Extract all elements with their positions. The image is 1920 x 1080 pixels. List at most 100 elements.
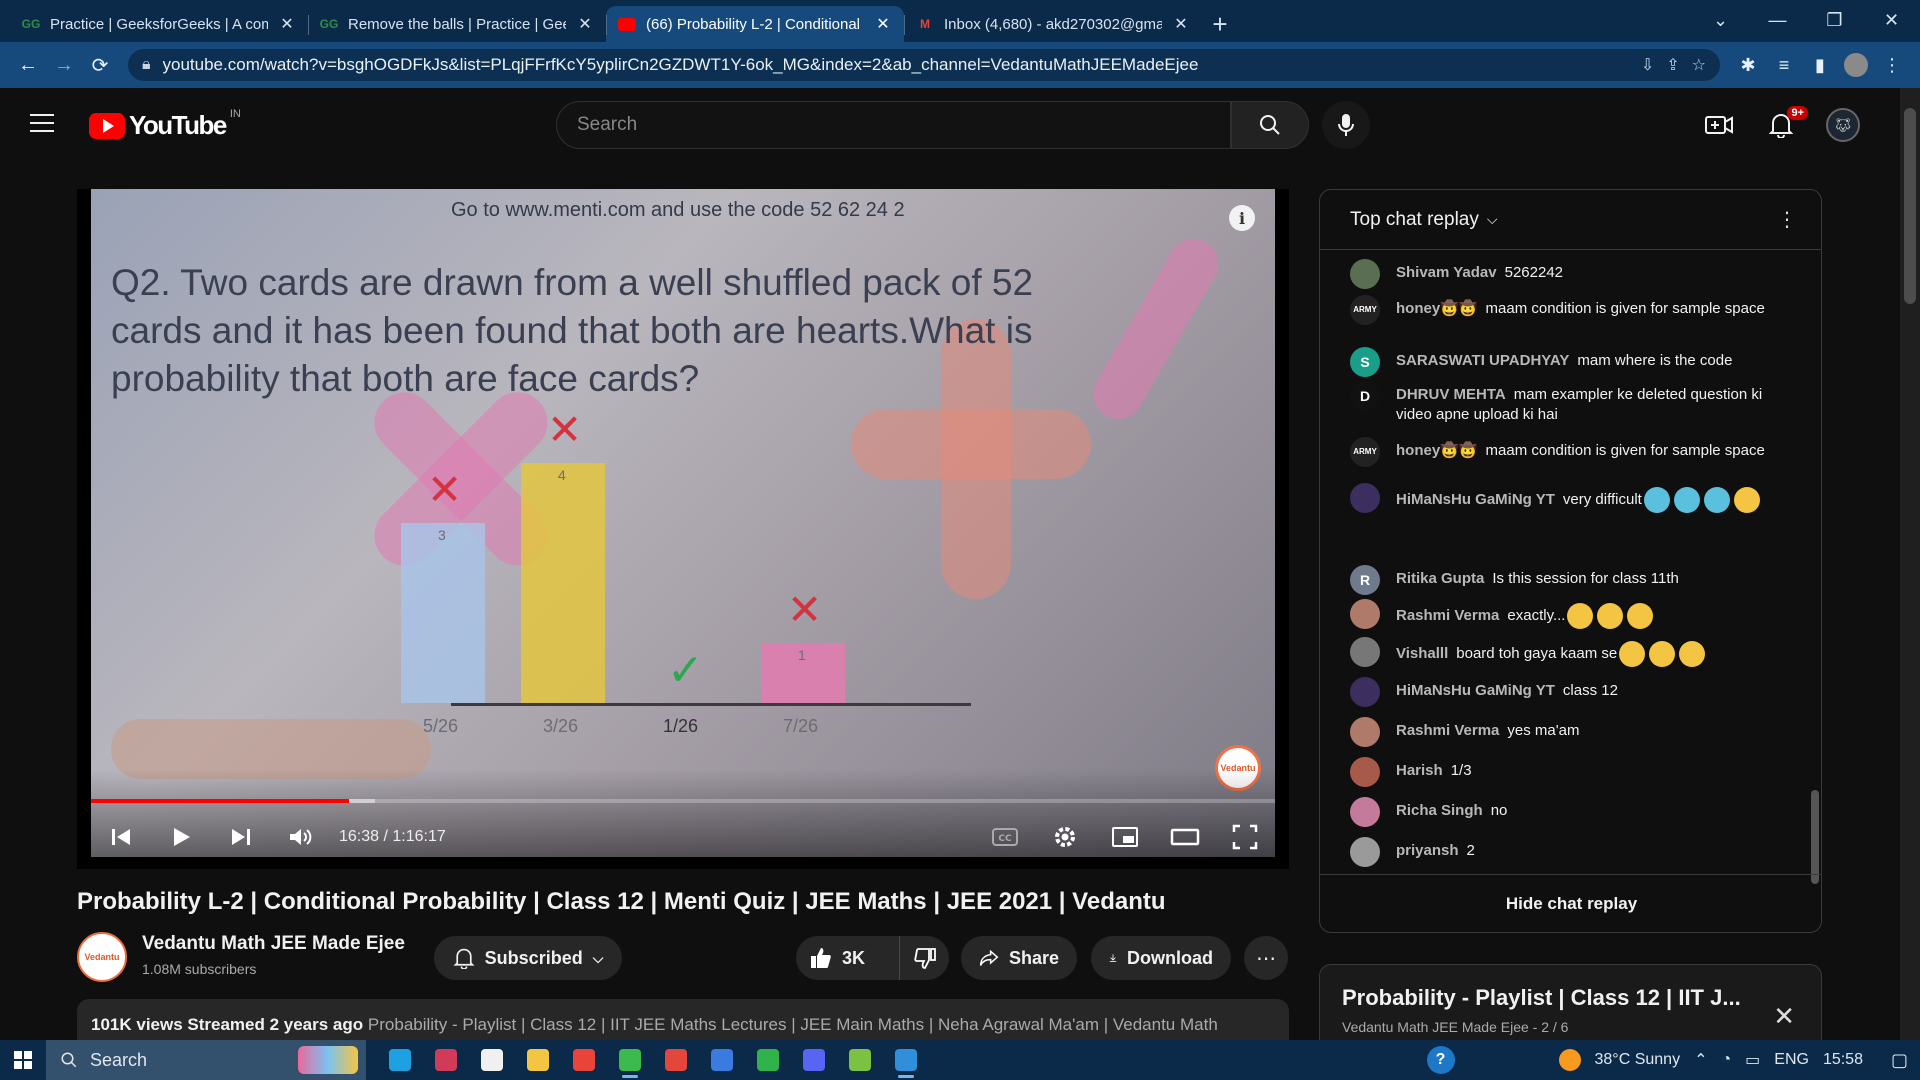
- reload-button[interactable]: ⟳: [82, 47, 118, 83]
- discord-taskbar-button[interactable]: [794, 1040, 834, 1080]
- menu-icon[interactable]: [30, 114, 54, 132]
- store-taskbar-button[interactable]: [472, 1040, 512, 1080]
- chat-author-avatar[interactable]: ARMY: [1350, 437, 1380, 467]
- video-frame[interactable]: Go to www.menti.com and use the code 52 …: [91, 189, 1275, 857]
- edge-taskbar-button[interactable]: [380, 1040, 420, 1080]
- chat-menu-icon[interactable]: ⋮: [1777, 207, 1797, 232]
- like-button[interactable]: 3K: [796, 936, 900, 980]
- browser-menu-icon[interactable]: ⋮: [1874, 47, 1910, 83]
- play-button[interactable]: [151, 813, 211, 861]
- wifi-icon[interactable]: ◔: [1721, 1051, 1731, 1069]
- chat-author-name[interactable]: Rashmi Verma: [1396, 722, 1499, 739]
- chat-message[interactable]: Shivam Yadav 5262242: [1350, 259, 1790, 289]
- chat-author-avatar[interactable]: [1350, 757, 1380, 787]
- close-tab-icon[interactable]: ✕: [278, 14, 296, 34]
- chat-message[interactable]: S SARASWATI UPADHYAY mam where is the code: [1350, 347, 1790, 377]
- chrome-profile-taskbar-button[interactable]: [656, 1040, 696, 1080]
- start-button[interactable]: [0, 1040, 46, 1080]
- chat-message[interactable]: priyansh 2: [1350, 837, 1790, 867]
- chat-message[interactable]: Vishalll board toh gaya kaam se: [1350, 637, 1790, 667]
- channel-name[interactable]: Vedantu Math JEE Made Ejee: [142, 933, 405, 955]
- help-icon[interactable]: ?: [1426, 1046, 1455, 1074]
- chat-message[interactable]: R Ritika Gupta Is this session for class 1…: [1350, 565, 1790, 595]
- minimize-button[interactable]: —: [1749, 0, 1806, 40]
- playlist-title[interactable]: Probability - Playlist | Class 12 | IIT …: [1342, 985, 1762, 1011]
- volume-button[interactable]: [271, 813, 331, 861]
- chat-message[interactable]: HiMaNsHu GaMiNg YT very difficult: [1350, 483, 1790, 513]
- close-playlist-icon[interactable]: ✕: [1773, 1001, 1795, 1032]
- chat-mode-label[interactable]: Top chat replay: [1350, 209, 1479, 231]
- hide-chat-replay-button[interactable]: Hide chat replay: [1320, 874, 1821, 932]
- chat-author-name[interactable]: priyansh: [1396, 842, 1459, 859]
- chat-author-name[interactable]: Ritika Gupta: [1396, 570, 1484, 587]
- reading-list-icon[interactable]: ≡: [1766, 47, 1802, 83]
- page-scroll-thumb[interactable]: [1904, 108, 1916, 304]
- battery-icon[interactable]: ▭: [1745, 1050, 1760, 1070]
- chat-author-name[interactable]: honey🤠🤠: [1396, 300, 1478, 317]
- taskbar-search[interactable]: Search: [46, 1040, 366, 1080]
- chat-author-avatar[interactable]: R: [1350, 565, 1380, 595]
- xbox-taskbar-button[interactable]: [748, 1040, 788, 1080]
- close-tab-icon[interactable]: ✕: [874, 14, 892, 34]
- chat-message[interactable]: ARMY honey🤠🤠 maam condition is given for s…: [1350, 437, 1790, 467]
- forward-button[interactable]: →: [46, 47, 82, 83]
- chat-scrollbar[interactable]: [1811, 790, 1819, 884]
- search-input[interactable]: Search: [556, 101, 1231, 149]
- tab-search-icon[interactable]: ⌄: [1692, 0, 1749, 40]
- notification-center-icon[interactable]: ▢: [1891, 1050, 1908, 1071]
- language-indicator[interactable]: ENG: [1774, 1051, 1809, 1069]
- clock[interactable]: 15:58: [1823, 1051, 1863, 1069]
- browser-tab-1[interactable]: GG Practice | GeeksforGeeks | A com ✕: [10, 6, 308, 42]
- voice-search-button[interactable]: [1322, 101, 1370, 149]
- chat-author-avatar[interactable]: ARMY: [1350, 295, 1380, 325]
- info-icon[interactable]: i: [1229, 205, 1255, 231]
- chat-author-name[interactable]: Harish: [1396, 762, 1443, 779]
- browser-tab-4[interactable]: M Inbox (4,680) - akd270302@gma ✕: [904, 6, 1202, 42]
- chat-author-avatar[interactable]: [1350, 677, 1380, 707]
- chat-author-avatar[interactable]: [1350, 837, 1380, 867]
- search-button[interactable]: [1231, 101, 1309, 149]
- chat-author-avatar[interactable]: [1350, 599, 1380, 629]
- chevron-down-icon[interactable]: ⌵: [1487, 211, 1498, 228]
- settings-button[interactable]: [1035, 813, 1095, 861]
- theater-mode-button[interactable]: [1155, 813, 1215, 861]
- previous-button[interactable]: [91, 813, 151, 861]
- chat-author-name[interactable]: Vishalll: [1396, 645, 1448, 662]
- browser-tab-3[interactable]: (66) Probability L-2 | Conditional ✕: [606, 6, 904, 42]
- chrome-taskbar-button[interactable]: [610, 1040, 650, 1080]
- chat-message[interactable]: Richa Singh no: [1350, 797, 1790, 827]
- youtube-logo[interactable]: YouTube IN: [89, 108, 241, 141]
- chat-author-avatar[interactable]: D: [1350, 381, 1380, 411]
- extensions-icon[interactable]: ✱: [1730, 47, 1766, 83]
- download-button[interactable]: Download: [1091, 936, 1231, 980]
- bluestacks-taskbar-button[interactable]: [840, 1040, 880, 1080]
- vscode-taskbar-button[interactable]: [886, 1040, 926, 1080]
- new-tab-button[interactable]: +: [1202, 6, 1238, 42]
- git-taskbar-button[interactable]: [564, 1040, 604, 1080]
- dislike-button[interactable]: [900, 947, 949, 969]
- chat-author-name[interactable]: HiMaNsHu GaMiNg YT: [1396, 491, 1555, 508]
- next-button[interactable]: [211, 813, 271, 861]
- chat-message[interactable]: ARMY honey🤠🤠 maam condition is given for s…: [1350, 295, 1790, 325]
- video-player[interactable]: Go to www.menti.com and use the code 52 …: [77, 189, 1289, 869]
- fullscreen-button[interactable]: [1215, 813, 1275, 861]
- captions-button[interactable]: CC: [975, 813, 1035, 861]
- subscribe-button[interactable]: Subscribed ⌵: [434, 936, 622, 980]
- chat-author-name[interactable]: SARASWATI UPADHYAY: [1396, 352, 1569, 369]
- chat-message[interactable]: D DHRUV MEHTA mam exampler ke deleted ques…: [1350, 381, 1790, 425]
- chat-author-name[interactable]: Richa Singh: [1396, 802, 1483, 819]
- close-window-button[interactable]: ✕: [1863, 0, 1920, 40]
- notifications-button[interactable]: 9+: [1760, 104, 1808, 146]
- channel-avatar[interactable]: Vedantu: [77, 932, 127, 982]
- page-scrollbar[interactable]: [1900, 88, 1920, 1040]
- share-page-icon[interactable]: ⇪: [1666, 55, 1679, 75]
- maximize-button[interactable]: ❐: [1806, 0, 1863, 40]
- address-bar[interactable]: 🔒︎ youtube.com/watch?v=bsghOGDFkJs&list=…: [128, 49, 1720, 81]
- profile-avatar[interactable]: [1838, 47, 1874, 83]
- chat-message[interactable]: HiMaNsHu GaMiNg YT class 12: [1350, 677, 1790, 707]
- create-video-button[interactable]: [1698, 104, 1740, 146]
- account-button[interactable]: 🐺︎: [1822, 104, 1864, 146]
- chat-author-name[interactable]: honey🤠🤠: [1396, 442, 1478, 459]
- chat-author-name[interactable]: Rashmi Verma: [1396, 607, 1499, 624]
- chat-author-avatar[interactable]: S: [1350, 347, 1380, 377]
